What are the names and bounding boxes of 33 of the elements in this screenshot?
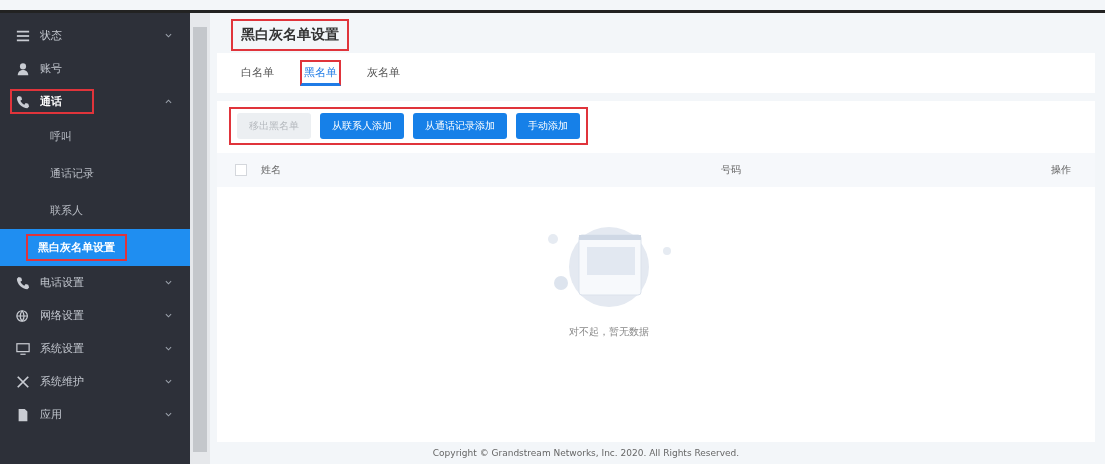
empty-message: 对不起，暂无数据 bbox=[568, 325, 649, 339]
nav-item[interactable]: 通话 bbox=[10, 89, 94, 114]
nav-subitem[interactable]: 联系人 bbox=[38, 197, 95, 224]
tools-icon bbox=[16, 374, 30, 389]
nav-item[interactable]: 电话设置 bbox=[10, 270, 90, 295]
toolbar-button[interactable]: 从通话记录添加 bbox=[413, 113, 507, 139]
column-header: 姓名 bbox=[261, 163, 282, 177]
page-title: 黑白灰名单设置 bbox=[231, 19, 349, 51]
nav-item[interactable]: 系统设置 bbox=[10, 336, 90, 361]
nav-item[interactable]: 网络设置 bbox=[10, 303, 90, 328]
nav-item[interactable]: 系统维护 bbox=[10, 369, 90, 394]
scrollbar[interactable] bbox=[190, 13, 210, 464]
nav-item[interactable]: 账号 bbox=[10, 56, 68, 81]
document-icon bbox=[16, 407, 30, 422]
column-header: 号码 bbox=[721, 163, 742, 177]
nav-subitem[interactable]: 通话记录 bbox=[38, 160, 106, 187]
toolbar-button[interactable]: 手动添加 bbox=[516, 113, 580, 139]
tab[interactable]: 白名单 bbox=[237, 60, 278, 86]
person-icon bbox=[16, 61, 30, 76]
tab[interactable]: 黑名单 bbox=[300, 60, 341, 86]
toolbar-button[interactable]: 从联系人添加 bbox=[320, 113, 404, 139]
phone-icon bbox=[16, 94, 30, 109]
list-icon bbox=[16, 28, 30, 43]
monitor-icon bbox=[16, 341, 30, 356]
nav-item[interactable]: 状态 bbox=[10, 23, 68, 48]
select-all-checkbox[interactable] bbox=[235, 164, 247, 176]
copyright-text: Copyright © Grandstream Networks, Inc. 2020. All Rights Reserved. bbox=[432, 448, 740, 458]
tab[interactable]: 灰名单 bbox=[363, 60, 404, 86]
nav-item[interactable]: 应用 bbox=[10, 402, 68, 427]
nav-subitem[interactable]: 呼叫 bbox=[38, 123, 84, 150]
column-header: 操作 bbox=[1051, 163, 1071, 177]
phone-icon bbox=[16, 275, 30, 290]
globe-icon bbox=[16, 308, 30, 323]
